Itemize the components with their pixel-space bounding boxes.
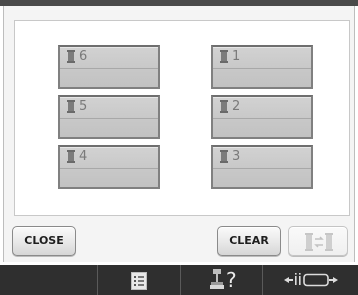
spool-number: 4 [79,149,88,164]
help-question-mark: ? [226,268,237,292]
spool-number: 2 [232,99,241,114]
spool-button-1[interactable]: 1 [211,45,313,89]
spool-number: 5 [79,99,88,114]
spool-header: 2 [213,97,311,119]
spool-header: 1 [213,47,311,69]
thread-list-icon [131,272,147,290]
spool-number: 3 [232,149,241,164]
thread-list-button[interactable] [98,265,180,295]
thread-spool-icon [67,100,75,113]
needle-help-icon [210,269,224,289]
needle-help-button[interactable]: ? [181,265,262,295]
taskbar: ? [0,265,358,295]
frame-move-button[interactable] [263,265,358,295]
spool-number: 6 [79,49,88,64]
spool-button-6[interactable]: 6 [58,45,160,89]
spool-header: 5 [60,97,158,119]
clear-button-label: CLEAR [229,234,269,247]
spool-button-2[interactable]: 2 [211,95,313,139]
spool-button-4[interactable]: 4 [58,145,160,189]
spool-button-3[interactable]: 3 [211,145,313,189]
thread-spool-icon [67,50,75,63]
close-button-label: CLOSE [24,234,64,247]
spool-area: 6 5 4 1 2 3 [14,20,350,216]
spool-swap-icon [305,233,333,251]
clear-button[interactable]: CLEAR [217,226,281,256]
spool-header: 6 [60,47,158,69]
screen: 6 5 4 1 2 3 CLOSE CLEAR ? [0,0,358,295]
thread-spool-icon [220,100,228,113]
frame-move-icon [284,273,338,287]
spool-button-5[interactable]: 5 [58,95,160,139]
spool-swap-button[interactable] [288,226,348,256]
thread-panel: 6 5 4 1 2 3 CLOSE CLEAR [3,6,355,262]
spool-header: 4 [60,147,158,169]
spool-header: 3 [213,147,311,169]
spool-number: 1 [232,49,241,64]
thread-spool-icon [220,150,228,163]
thread-spool-icon [67,150,75,163]
close-button[interactable]: CLOSE [12,226,76,256]
thread-spool-icon [220,50,228,63]
